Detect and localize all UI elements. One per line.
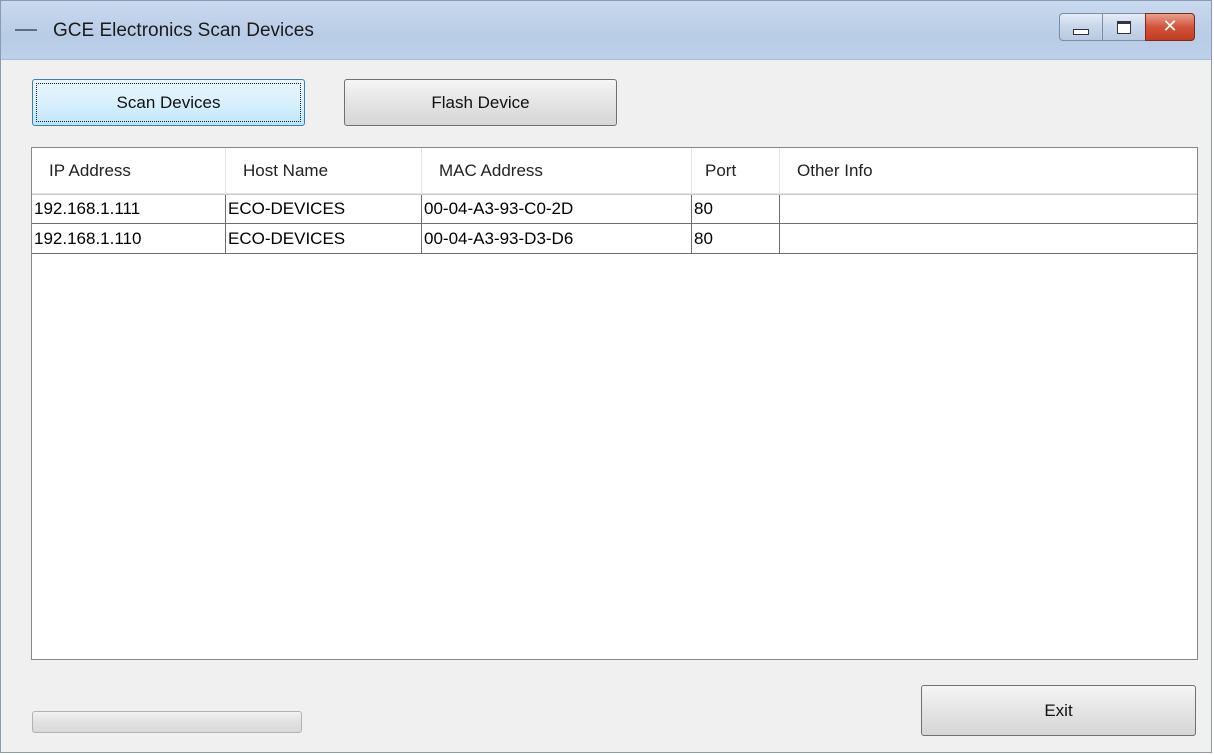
minimize-button[interactable] [1059,13,1103,41]
device-list[interactable]: IP Address Host Name MAC Address Port Ot… [31,147,1198,660]
scan-devices-button[interactable]: Scan Devices [32,79,305,126]
column-header-other-info[interactable]: Other Info [780,148,1197,193]
window-controls: ✕ [1059,13,1195,43]
port-cell: 80 [692,224,780,253]
port-cell: 80 [692,195,780,223]
title-bar[interactable]: GCE Electronics Scan Devices ✕ [1,1,1211,60]
device-list-rows: 192.168.1.111 ECO-DEVICES 00-04-A3-93-C0… [32,194,1197,254]
device-list-header: IP Address Host Name MAC Address Port Ot… [32,148,1197,194]
other-info-cell [780,195,1197,223]
scan-progress-bar [32,711,302,733]
focus-indicator [36,83,301,122]
window-title: GCE Electronics Scan Devices [53,20,314,41]
other-info-cell [780,224,1197,253]
maximize-button[interactable] [1102,13,1146,41]
column-header-ip-address[interactable]: IP Address [32,148,226,193]
flash-device-button[interactable]: Flash Device [344,79,617,126]
flash-device-label: Flash Device [431,92,530,112]
host-name-cell: ECO-DEVICES [226,224,422,253]
column-header-host-name[interactable]: Host Name [226,148,422,193]
host-name-cell: ECO-DEVICES [226,195,422,223]
column-header-port[interactable]: Port [692,148,780,193]
device-row[interactable]: 192.168.1.110 ECO-DEVICES 00-04-A3-93-D3… [32,224,1197,254]
device-row[interactable]: 192.168.1.111 ECO-DEVICES 00-04-A3-93-C0… [32,194,1197,224]
ip-address-cell: 192.168.1.111 [32,195,226,223]
column-header-mac-address[interactable]: MAC Address [422,148,692,193]
system-menu-icon[interactable] [15,29,37,37]
exit-label: Exit [1044,700,1073,720]
main-window: GCE Electronics Scan Devices ✕ Scan Devi… [0,0,1212,753]
minimize-icon [1073,29,1089,35]
close-icon: ✕ [1162,16,1178,37]
ip-address-cell: 192.168.1.110 [32,224,226,253]
mac-address-cell: 00-04-A3-93-D3-D6 [422,224,692,253]
close-button[interactable]: ✕ [1145,13,1195,41]
mac-address-cell: 00-04-A3-93-C0-2D [422,195,692,223]
maximize-icon [1117,20,1131,34]
exit-button[interactable]: Exit [921,685,1196,736]
